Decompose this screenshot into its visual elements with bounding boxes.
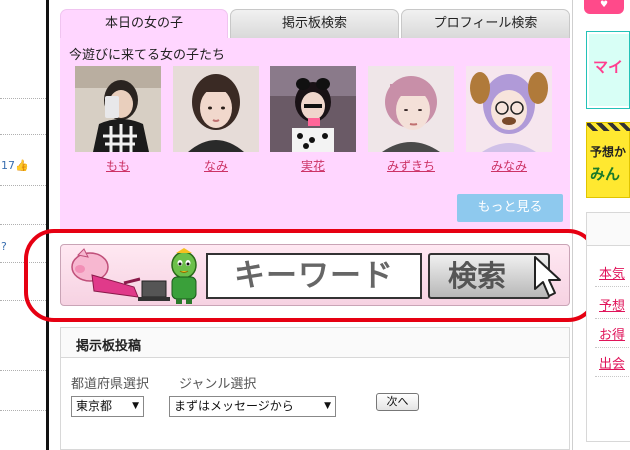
banner-text: 予想か bbox=[590, 145, 627, 159]
left-count-link[interactable]: 17👍 bbox=[1, 159, 29, 172]
divider bbox=[595, 347, 630, 348]
girl-name-link[interactable]: みずきち bbox=[368, 157, 454, 174]
divider bbox=[0, 134, 46, 135]
prefecture-select[interactable]: 東京都 ▼ bbox=[71, 396, 144, 417]
side-banner-ad[interactable]: 予想か みん bbox=[586, 122, 630, 198]
divider bbox=[595, 286, 630, 287]
girl-photo[interactable] bbox=[75, 66, 161, 152]
side-link[interactable]: 本気 bbox=[599, 263, 625, 282]
board-post-section: 掲示板投稿 都道府県選択 ジャンル選択 東京都 ▼ まずはメッセージから ▼ 次… bbox=[60, 327, 570, 450]
side-link[interactable]: 出会 bbox=[599, 353, 625, 372]
divider bbox=[0, 370, 46, 371]
left-column: 17👍 ? bbox=[0, 0, 46, 450]
right-column: ♥ マイ 予想か みん 本気 予想 お得 出会 bbox=[578, 0, 630, 450]
banner-text: マイ bbox=[593, 58, 624, 76]
highlight-annotation bbox=[24, 229, 598, 322]
side-link-box: 本気 予想 お得 出会 bbox=[586, 212, 630, 442]
side-link[interactable]: お得 bbox=[599, 324, 625, 343]
stripe-decoration bbox=[587, 123, 630, 131]
chevron-down-icon: ▼ bbox=[132, 401, 139, 411]
board-post-title: 掲示板投稿 bbox=[76, 339, 142, 354]
main-column: 本日の女の子 掲示板検索 プロフィール検索 今遊びに来てる女の子たち もも なみ… bbox=[60, 0, 570, 450]
girl-name-link[interactable]: なみ bbox=[173, 157, 259, 174]
badge-icon: ♥ bbox=[599, 0, 609, 10]
top-ad-badge[interactable]: ♥ bbox=[584, 0, 624, 14]
girl-name-link[interactable]: みなみ bbox=[466, 157, 552, 174]
girls-heading: 今遊びに来てる女の子たち bbox=[69, 48, 226, 63]
banner-text: みん bbox=[590, 165, 621, 183]
girl-photo[interactable] bbox=[368, 66, 454, 152]
girl-name-link[interactable]: もも bbox=[75, 157, 161, 174]
thumbs-up-icon: 👍 bbox=[15, 159, 29, 172]
board-post-header: 掲示板投稿 bbox=[61, 328, 569, 358]
left-question-link[interactable]: ? bbox=[1, 240, 7, 253]
next-button[interactable]: 次へ bbox=[376, 393, 419, 411]
left-column-border bbox=[46, 0, 49, 450]
tab-profile-search[interactable]: プロフィール検索 bbox=[401, 9, 570, 38]
divider bbox=[595, 376, 630, 377]
side-banner-ad[interactable]: マイ bbox=[586, 31, 630, 109]
chevron-down-icon: ▼ bbox=[324, 401, 331, 411]
banner-background: マイ bbox=[589, 34, 629, 106]
divider bbox=[0, 410, 46, 411]
genre-label: ジャンル選択 bbox=[179, 377, 257, 392]
divider bbox=[0, 98, 46, 99]
divider bbox=[595, 318, 630, 319]
tab-board-search[interactable]: 掲示板検索 bbox=[230, 9, 399, 38]
divider bbox=[0, 185, 46, 186]
girl-photo[interactable] bbox=[270, 66, 356, 152]
genre-value: まずはメッセージから bbox=[174, 399, 294, 413]
todays-girls-panel: 今遊びに来てる女の子たち もも なみ 実花 みずきち みなみ もっと見る bbox=[60, 38, 570, 232]
prefecture-label: 都道府県選択 bbox=[71, 377, 150, 392]
genre-select[interactable]: まずはメッセージから ▼ bbox=[169, 396, 336, 417]
prefecture-value: 東京都 bbox=[76, 399, 113, 413]
tab-todays-girls[interactable]: 本日の女の子 bbox=[60, 9, 228, 38]
girl-photo[interactable] bbox=[173, 66, 259, 152]
column-divider bbox=[572, 0, 573, 450]
more-button[interactable]: もっと見る bbox=[457, 194, 563, 222]
side-link-box-header bbox=[587, 213, 630, 246]
divider bbox=[0, 224, 46, 225]
side-link[interactable]: 予想 bbox=[599, 295, 625, 314]
tab-bar: 本日の女の子 掲示板検索 プロフィール検索 bbox=[60, 9, 570, 38]
girl-name-link[interactable]: 実花 bbox=[270, 157, 356, 174]
girl-photo[interactable] bbox=[466, 66, 552, 152]
